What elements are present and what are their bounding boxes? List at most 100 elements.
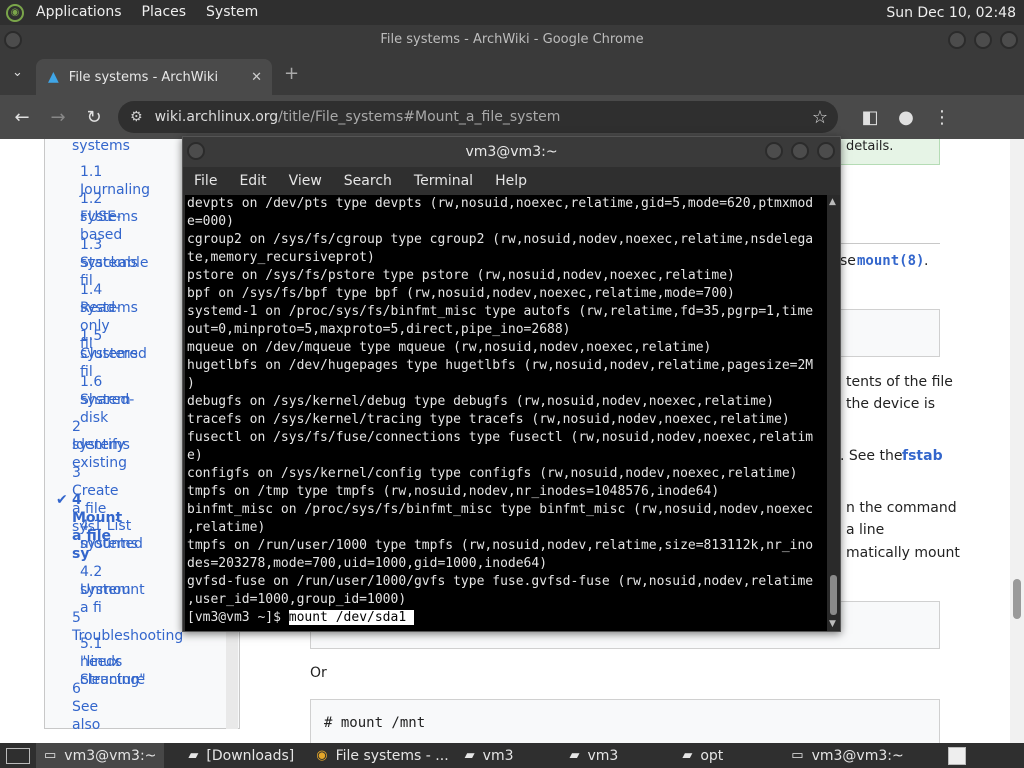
chrome-icon: ◉ [316, 748, 328, 763]
terminal-line: e=000) [187, 214, 234, 229]
toc-item[interactable]: systems [80, 345, 138, 363]
scroll-down-arrow-icon[interactable]: ▼ [829, 619, 836, 629]
text-fragment: matically mount [846, 545, 960, 561]
taskbar-item[interactable]: ▭ vm3@vm3:~ [36, 743, 165, 768]
taskbar-item-label: vm3@vm3:~ [64, 747, 157, 764]
system-menu[interactable]: System [196, 0, 268, 25]
folder-icon: ▰ [188, 748, 199, 763]
taskbar-item[interactable]: ▰ [Downloads] [180, 743, 302, 768]
terminal-window: vm3@vm3:~ File Edit View Search Terminal… [182, 136, 841, 632]
profile-icon[interactable]: ● [888, 107, 924, 128]
toc-item[interactable]: systems [80, 254, 138, 272]
toc-item[interactable]: system [80, 391, 131, 409]
applications-menu[interactable]: Applications [26, 0, 132, 25]
terminal-scrollbar-thumb[interactable] [830, 575, 837, 615]
back-arrow-icon[interactable]: ← [4, 107, 40, 128]
terminal-icon: ▭ [44, 748, 57, 763]
terminal-output[interactable]: devpts on /dev/pts type devpts (rw,nosui… [185, 195, 827, 631]
taskbar-item[interactable]: ◉ File systems - ... [308, 743, 456, 768]
terminal-title: vm3@vm3:~ [183, 137, 840, 167]
terminal-line: tracefs on /sys/kernel/tracing type trac… [187, 412, 790, 427]
toc-item[interactable]: 6 See also [72, 680, 100, 734]
taskbar-item-label: opt [700, 747, 724, 764]
menu-file[interactable]: File [183, 173, 228, 189]
toc-item[interactable]: systems [80, 208, 138, 226]
terminal-line: binfmt_misc on /proc/sys/fs/binfmt_misc … [187, 502, 814, 517]
terminal-close-button[interactable] [817, 142, 835, 160]
new-tab-icon[interactable]: + [284, 63, 299, 84]
tab-archwiki[interactable]: ▲ File systems - ArchWiki ✕ [36, 59, 272, 95]
taskbar-item-label: File systems - ... [335, 747, 449, 764]
taskbar-item[interactable]: ▰ vm3 [457, 743, 522, 768]
menu-search[interactable]: Search [333, 173, 403, 189]
page-scrollbar[interactable] [1010, 139, 1024, 743]
note-text: details. [846, 139, 894, 154]
minimize-button[interactable] [948, 31, 966, 49]
terminal-line: systemd-1 on /proc/sys/fs/binfmt_misc ty… [187, 304, 814, 319]
menu-help[interactable]: Help [484, 173, 538, 189]
taskbar-item[interactable]: ▰ vm3 [562, 743, 627, 768]
text-fragment: . See the [840, 448, 903, 464]
terminal-line: ,user_id=1000,group_id=1000) [187, 592, 407, 607]
places-menu[interactable]: Places [132, 0, 197, 25]
terminal-line: pstore on /sys/fs/pstore type pstore (rw… [187, 268, 735, 283]
text-fragment: the device is [846, 396, 936, 412]
workspace-switcher-icon[interactable] [948, 746, 966, 765]
terminal-scrollbar[interactable]: ▲ ▼ [827, 195, 840, 631]
more-menu-icon[interactable]: ⋮ [924, 107, 960, 128]
toc-item[interactable]: systems [80, 299, 138, 317]
forward-arrow-icon[interactable]: → [40, 107, 76, 128]
menu-terminal[interactable]: Terminal [403, 173, 484, 189]
terminal-line: fusectl on /sys/fs/fuse/connections type… [187, 430, 814, 445]
side-panel-icon[interactable]: ◧ [852, 107, 888, 128]
terminal-menubar: File Edit View Search Terminal Help [183, 167, 840, 195]
section-box [840, 309, 940, 357]
terminal-maximize-button[interactable] [791, 142, 809, 160]
terminal-line: debugfs on /sys/kernel/debug type debugf… [187, 394, 774, 409]
site-info-icon[interactable]: ⚙ [130, 109, 143, 125]
folder-icon: ▰ [569, 748, 580, 763]
tab-search-chevron-icon[interactable]: ⌄ [12, 65, 23, 80]
page-scrollbar-thumb[interactable] [1013, 579, 1021, 619]
distro-logo-icon[interactable]: ◉ [6, 3, 24, 22]
close-tab-icon[interactable]: ✕ [251, 70, 262, 85]
toc-item[interactable]: system [80, 581, 131, 599]
terminal-line: tmpfs on /run/user/1000 type tmpfs (rw,n… [187, 538, 814, 553]
terminal-line: bpf on /sys/fs/bpf type bpf (rw,nosuid,n… [187, 286, 735, 301]
toc-collapse-icon[interactable]: ✔ [56, 491, 68, 509]
tab-strip: ⌄ ▲ File systems - ArchWiki ✕ + [0, 55, 1024, 95]
url-path: /title/File_systems#Mount_a_file_system [278, 109, 561, 125]
text-fragment: a line [846, 522, 885, 538]
toc-item[interactable]: systems [72, 139, 130, 155]
terminal-command-input[interactable]: mount /dev/sda1 [288, 610, 407, 625]
terminal-window-menu-button[interactable] [187, 142, 205, 160]
taskbar: ▭ vm3@vm3:~ ▰ [Downloads] ◉ File systems - … [0, 743, 1024, 768]
window-menu-button[interactable] [4, 31, 22, 49]
menu-view[interactable]: View [278, 173, 333, 189]
mount8-link[interactable]: mount(8) [857, 253, 924, 269]
terminal-prompt-line[interactable]: [vm3@vm3 ~]$ mount /dev/sda1 [187, 609, 827, 627]
terminal-minimize-button[interactable] [765, 142, 783, 160]
scroll-up-arrow-icon[interactable]: ▲ [829, 197, 836, 207]
show-desktop-icon[interactable] [6, 747, 30, 764]
text-fragment: n the command [846, 500, 957, 516]
address-bar[interactable]: ⚙ wiki.archlinux.org/title/File_systems#… [118, 101, 838, 133]
reload-icon[interactable]: ↻ [76, 107, 112, 128]
clock[interactable]: Sun Dec 10, 02:48 [886, 5, 1024, 21]
terminal-line: ) [187, 376, 195, 391]
taskbar-item-label: vm3@vm3:~ [811, 747, 904, 764]
taskbar-item[interactable]: ▭ vm3@vm3:~ [783, 743, 911, 768]
maximize-button[interactable] [974, 31, 992, 49]
code-text: # mount /mnt [324, 715, 426, 731]
toc-item[interactable]: systems [72, 436, 130, 454]
fstab-link[interactable]: fstab [902, 448, 943, 464]
menu-edit[interactable]: Edit [228, 173, 277, 189]
taskbar-item[interactable]: ▰ opt [674, 743, 731, 768]
close-window-button[interactable] [1000, 31, 1018, 49]
terminal-line: tmpfs on /tmp type tmpfs (rw,nosuid,node… [187, 484, 720, 499]
or-text: Or [310, 665, 327, 681]
bookmark-star-icon[interactable]: ☆ [812, 107, 828, 128]
folder-icon: ▰ [464, 748, 475, 763]
toc-item[interactable]: systems [80, 535, 138, 553]
text-fragment: se [840, 253, 856, 269]
